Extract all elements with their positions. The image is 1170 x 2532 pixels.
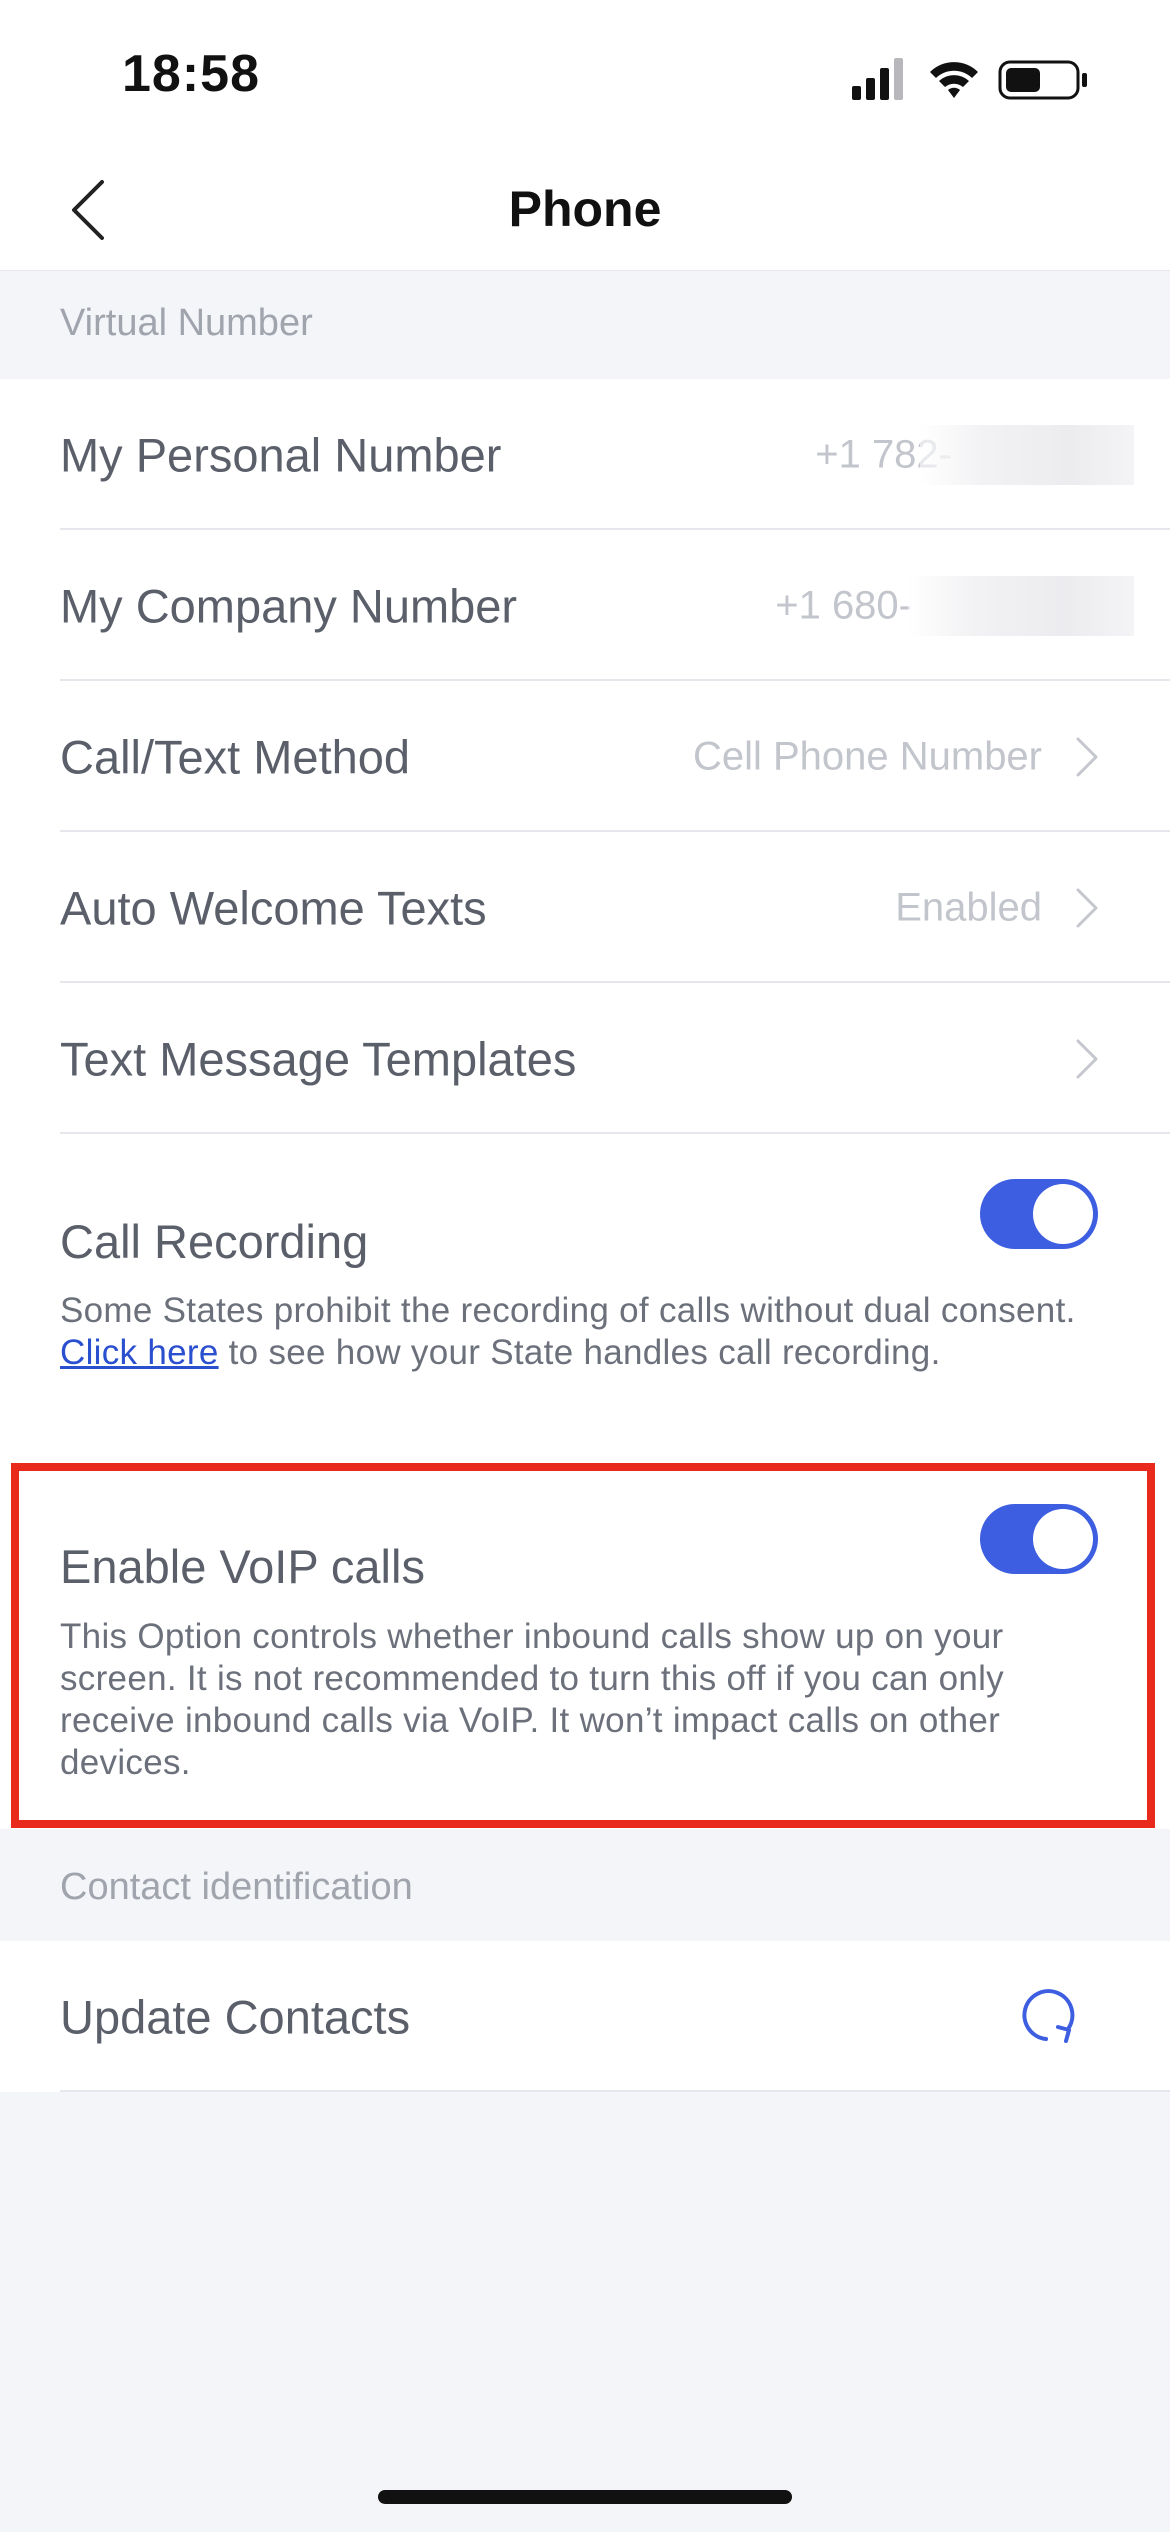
refresh-icon[interactable] (1022, 1985, 1082, 2049)
click-here-link[interactable]: Click here (60, 1333, 219, 1372)
status-time: 18:58 (122, 45, 260, 103)
auto-welcome-texts-label: Auto Welcome Texts (60, 881, 487, 934)
section-header-virtual-number: Virtual Number (60, 302, 313, 344)
company-number-value: +1 680- (775, 583, 912, 627)
redaction-mask (908, 575, 1134, 636)
enable-voip-label: Enable VoIP calls (60, 1540, 425, 1593)
call-text-method-label: Call/Text Method (60, 730, 411, 783)
chevron-right-icon (1076, 737, 1098, 776)
call-recording-desc-text-end: to see how your State handles call recor… (218, 1333, 941, 1372)
row-auto-welcome-texts[interactable]: Auto Welcome Texts Enabled (0, 832, 1170, 983)
auto-welcome-texts-value: Enabled (895, 885, 1042, 929)
contact-identification-group: Update Contacts (0, 1941, 1170, 2092)
redaction-mask (920, 424, 1134, 485)
virtual-number-group: My Personal Number +1 782- My Company Nu… (0, 379, 1170, 1829)
row-update-contacts[interactable]: Update Contacts (0, 1941, 1170, 2092)
chevron-right-icon (1076, 1039, 1098, 1078)
row-company-number: My Company Number +1 680- (0, 530, 1170, 681)
text-message-templates-label: Text Message Templates (60, 1032, 577, 1085)
nav-bar: Phone (0, 150, 1170, 271)
call-recording-description: Some States prohibit the recording of ca… (60, 1290, 1080, 1374)
row-text-message-templates[interactable]: Text Message Templates (0, 983, 1170, 1134)
divider (60, 2090, 1170, 2092)
battery-icon (998, 60, 1087, 100)
divider (60, 1132, 1170, 1134)
call-recording-desc-text: Some States prohibit the recording of ca… (60, 1291, 1076, 1330)
company-number-label: My Company Number (60, 579, 518, 632)
home-indicator (378, 2490, 792, 2504)
personal-number-label: My Personal Number (60, 428, 502, 481)
status-bar: 18:58 (0, 0, 1170, 150)
enable-voip-toggle[interactable] (980, 1504, 1098, 1574)
wifi-icon (930, 62, 978, 98)
cellular-signal-icon (852, 58, 903, 100)
enable-voip-description: This Option controls whether inbound cal… (60, 1617, 1004, 1782)
row-personal-number: My Personal Number +1 782- (0, 379, 1170, 530)
call-text-method-value: Cell Phone Number (692, 734, 1042, 778)
update-contacts-label: Update Contacts (60, 1990, 411, 2043)
call-recording-toggle[interactable] (980, 1179, 1098, 1249)
chevron-right-icon (1076, 888, 1098, 927)
status-icons (852, 58, 1087, 100)
page-title: Phone (508, 181, 662, 237)
call-recording-label: Call Recording (60, 1215, 369, 1268)
toggle-knob (1033, 1509, 1093, 1569)
row-call-text-method[interactable]: Call/Text Method Cell Phone Number (0, 681, 1170, 832)
toggle-knob (1033, 1184, 1093, 1244)
section-header-contact-identification: Contact identification (60, 1866, 413, 1908)
